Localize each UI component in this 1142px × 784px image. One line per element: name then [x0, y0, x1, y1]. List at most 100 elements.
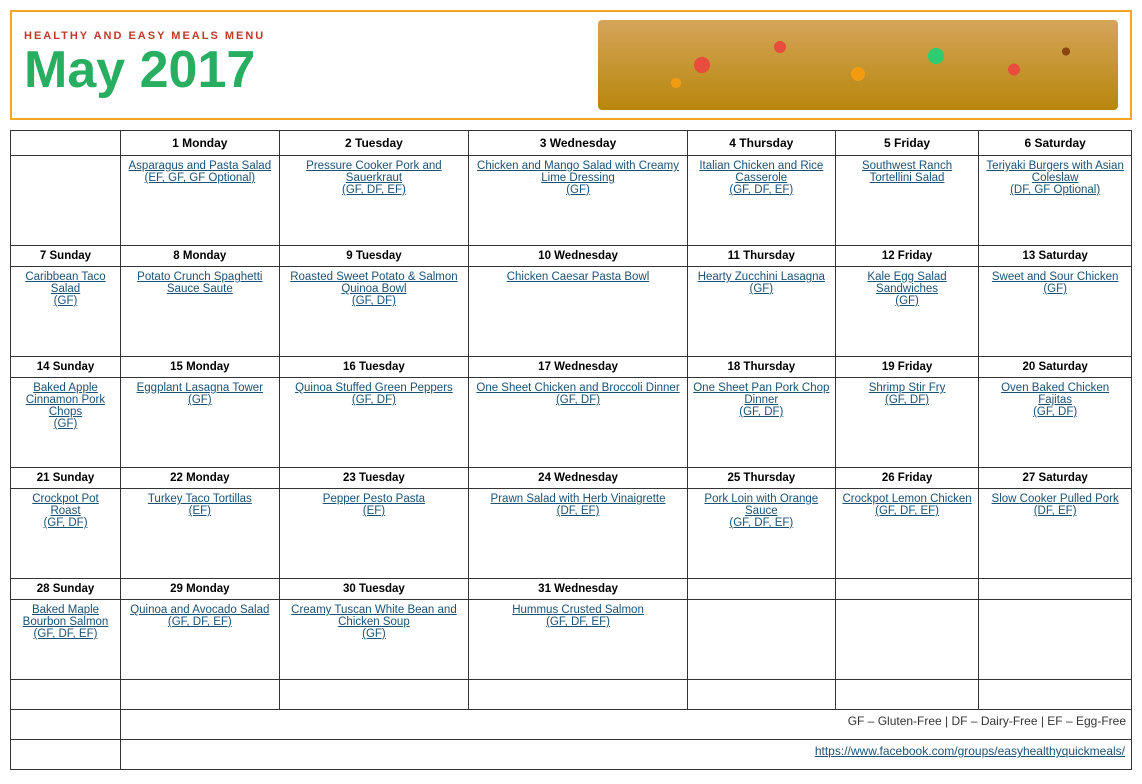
- week3-monday-link[interactable]: Eggplant Lasagna Tower (GF): [126, 382, 274, 406]
- week3-sunday-link[interactable]: Baked Apple Cinnamon Pork Chops (GF): [16, 382, 115, 430]
- extra-empty-wednesday: [469, 680, 688, 710]
- week4-saturday-link[interactable]: Slow Cooker Pulled Pork (DF, EF): [984, 493, 1126, 517]
- week4-thursday-header: 25 Thursday: [687, 468, 835, 489]
- week3-tuesday-cell: Quinoa Stuffed Green Peppers (GF, DF): [279, 378, 469, 468]
- week3-wednesday-link[interactable]: One Sheet Chicken and Broccoli Dinner (G…: [474, 382, 682, 406]
- week1-saturday-link[interactable]: Teriyaki Burgers with Asian Coleslaw (DF…: [984, 160, 1126, 196]
- week2-wednesday-link[interactable]: Chicken Caesar Pasta Bowl: [474, 271, 682, 283]
- week3-header-row: 14 Sunday 15 Monday 16 Tuesday 17 Wednes…: [11, 357, 1132, 378]
- week1-wednesday-cell: Chicken and Mango Salad with Creamy Lime…: [469, 156, 688, 246]
- week2-wednesday-header: 10 Wednesday: [469, 246, 688, 267]
- week1-saturday-cell: Teriyaki Burgers with Asian Coleslaw (DF…: [979, 156, 1132, 246]
- week4-thursday-link[interactable]: Pork Loin with Orange Sauce (GF, DF, EF): [693, 493, 830, 529]
- week5-sat-header-empty: [979, 579, 1132, 600]
- week3-saturday-header: 20 Saturday: [979, 357, 1132, 378]
- week3-wednesday-cell: One Sheet Chicken and Broccoli Dinner (G…: [469, 378, 688, 468]
- week1-thursday-link[interactable]: Italian Chicken and Rice Casserole (GF, …: [693, 160, 830, 196]
- week2-header-row: 7 Sunday 8 Monday 9 Tuesday 10 Wednesday…: [11, 246, 1132, 267]
- week1-thursday-cell: Italian Chicken and Rice Casserole (GF, …: [687, 156, 835, 246]
- week2-sunday-cell: Caribbean Taco Salad (GF): [11, 267, 121, 357]
- legend-text: GF – Gluten-Free | DF – Dairy-Free | EF …: [126, 714, 1126, 728]
- week4-thursday-cell: Pork Loin with Orange Sauce (GF, DF, EF): [687, 489, 835, 579]
- week5-wednesday-cell: Hummus Crusted Salmon (GF, DF, EF): [469, 600, 688, 680]
- footer-link-text: https://www.facebook.com/groups/easyheal…: [127, 744, 1125, 758]
- week3-friday-header: 19 Friday: [835, 357, 978, 378]
- week1-monday-cell: Asparagus and Pasta Salad (EF, GF, GF Op…: [121, 156, 280, 246]
- week5-fri-empty: [835, 600, 978, 680]
- header-image-decoration: [598, 20, 1118, 110]
- week1-monday-link[interactable]: Asparagus and Pasta Salad (EF, GF, GF Op…: [126, 160, 274, 184]
- footer-link-cell: https://www.facebook.com/groups/easyheal…: [121, 740, 1132, 770]
- week3-tuesday-header: 16 Tuesday: [279, 357, 469, 378]
- week5-monday-link[interactable]: Quinoa and Avocado Salad (GF, DF, EF): [126, 604, 274, 628]
- week4-wednesday-header: 24 Wednesday: [469, 468, 688, 489]
- legend-cell: GF – Gluten-Free | DF – Dairy-Free | EF …: [121, 710, 1132, 740]
- week2-saturday-header: 13 Saturday: [979, 246, 1132, 267]
- week5-tuesday-header: 30 Tuesday: [279, 579, 469, 600]
- week2-sunday-link[interactable]: Caribbean Taco Salad (GF): [16, 271, 115, 307]
- col-header-empty: [11, 131, 121, 156]
- col-header-sat1: 6 Saturday: [979, 131, 1132, 156]
- week3-thursday-link[interactable]: One Sheet Pan Pork Chop Dinner (GF, DF): [693, 382, 830, 418]
- week2-sunday-header: 7 Sunday: [11, 246, 121, 267]
- footer-empty-left: [11, 740, 121, 770]
- week5-wednesday-link[interactable]: Hummus Crusted Salmon (GF, DF, EF): [474, 604, 682, 628]
- week1-tuesday-link[interactable]: Pressure Cooker Pork and Sauerkraut (GF,…: [285, 160, 464, 196]
- week1-friday-link[interactable]: Southwest Ranch Tortellini Salad: [841, 160, 973, 184]
- week5-sunday-header: 28 Sunday: [11, 579, 121, 600]
- week4-saturday-cell: Slow Cooker Pulled Pork (DF, EF): [979, 489, 1132, 579]
- week4-friday-link[interactable]: Crockpot Lemon Chicken (GF, DF, EF): [841, 493, 973, 517]
- legend-empty-left: [11, 710, 121, 740]
- week4-tuesday-link[interactable]: Pepper Pesto Pasta (EF): [285, 493, 464, 517]
- week2-saturday-cell: Sweet and Sour Chicken (GF): [979, 267, 1132, 357]
- week4-wednesday-link[interactable]: Prawn Salad with Herb Vinaigrette (DF, E…: [474, 493, 682, 517]
- week4-friday-cell: Crockpot Lemon Chicken (GF, DF, EF): [835, 489, 978, 579]
- header-box: Healthy and Easy Meals Menu May 2017: [10, 10, 1132, 120]
- extra-empty-monday: [121, 680, 280, 710]
- week5-tuesday-link[interactable]: Creamy Tuscan White Bean and Chicken Sou…: [285, 604, 464, 640]
- header-title: May 2017: [24, 42, 598, 99]
- facebook-link[interactable]: https://www.facebook.com/groups/easyheal…: [815, 744, 1125, 758]
- week3-saturday-link[interactable]: Oven Baked Chicken Fajitas (GF, DF): [984, 382, 1126, 418]
- col-header-wed1: 3 Wednesday: [469, 131, 688, 156]
- week4-meals-row: Crockpot Pot Roast (GF, DF) Turkey Taco …: [11, 489, 1132, 579]
- week2-saturday-link[interactable]: Sweet and Sour Chicken (GF): [984, 271, 1126, 295]
- week3-friday-link[interactable]: Shrimp Stir Fry (GF, DF): [841, 382, 973, 406]
- week4-tuesday-header: 23 Tuesday: [279, 468, 469, 489]
- week2-friday-link[interactable]: Kale Egg Salad Sandwiches (GF): [841, 271, 973, 307]
- col-header-thu1: 4 Thursday: [687, 131, 835, 156]
- week4-monday-link[interactable]: Turkey Taco Tortillas (EF): [126, 493, 274, 517]
- week3-tuesday-link[interactable]: Quinoa Stuffed Green Peppers (GF, DF): [285, 382, 464, 406]
- week3-meals-row: Baked Apple Cinnamon Pork Chops (GF) Egg…: [11, 378, 1132, 468]
- col-header-mon1: 1 Monday: [121, 131, 280, 156]
- week2-thursday-link[interactable]: Hearty Zucchini Lasagna (GF): [693, 271, 830, 295]
- week1-tuesday-cell: Pressure Cooker Pork and Sauerkraut (GF,…: [279, 156, 469, 246]
- extra-empty-friday: [835, 680, 978, 710]
- week2-monday-link[interactable]: Potato Crunch Spaghetti Sauce Saute: [126, 271, 274, 295]
- week1-sunday-empty: [11, 156, 121, 246]
- week5-sat-empty: [979, 600, 1132, 680]
- header-row: 1 Monday 2 Tuesday 3 Wednesday 4 Thursda…: [11, 131, 1132, 156]
- legend-row: GF – Gluten-Free | DF – Dairy-Free | EF …: [11, 710, 1132, 740]
- extra-empty-tuesday: [279, 680, 469, 710]
- header-image: [598, 20, 1118, 110]
- week2-thursday-cell: Hearty Zucchini Lasagna (GF): [687, 267, 835, 357]
- week1-wednesday-link[interactable]: Chicken and Mango Salad with Creamy Lime…: [474, 160, 682, 196]
- week4-sunday-header: 21 Sunday: [11, 468, 121, 489]
- week4-sunday-link[interactable]: Crockpot Pot Roast (GF, DF): [16, 493, 115, 529]
- week4-header-row: 21 Sunday 22 Monday 23 Tuesday 24 Wednes…: [11, 468, 1132, 489]
- week4-monday-cell: Turkey Taco Tortillas (EF): [121, 489, 280, 579]
- extra-empty-thursday: [687, 680, 835, 710]
- week3-sunday-cell: Baked Apple Cinnamon Pork Chops (GF): [11, 378, 121, 468]
- week4-friday-header: 26 Friday: [835, 468, 978, 489]
- week2-friday-header: 12 Friday: [835, 246, 978, 267]
- week3-friday-cell: Shrimp Stir Fry (GF, DF): [835, 378, 978, 468]
- week2-monday-cell: Potato Crunch Spaghetti Sauce Saute: [121, 267, 280, 357]
- week5-meals-row: Baked Maple Bourbon Salmon (GF, DF, EF) …: [11, 600, 1132, 680]
- page-container: Healthy and Easy Meals Menu May 2017 1 M…: [0, 0, 1142, 780]
- week4-tuesday-cell: Pepper Pesto Pasta (EF): [279, 489, 469, 579]
- week3-saturday-cell: Oven Baked Chicken Fajitas (GF, DF): [979, 378, 1132, 468]
- week5-fri-header-empty: [835, 579, 978, 600]
- week2-tuesday-link[interactable]: Roasted Sweet Potato & Salmon Quinoa Bow…: [285, 271, 464, 307]
- week5-sunday-link[interactable]: Baked Maple Bourbon Salmon (GF, DF, EF): [16, 604, 115, 640]
